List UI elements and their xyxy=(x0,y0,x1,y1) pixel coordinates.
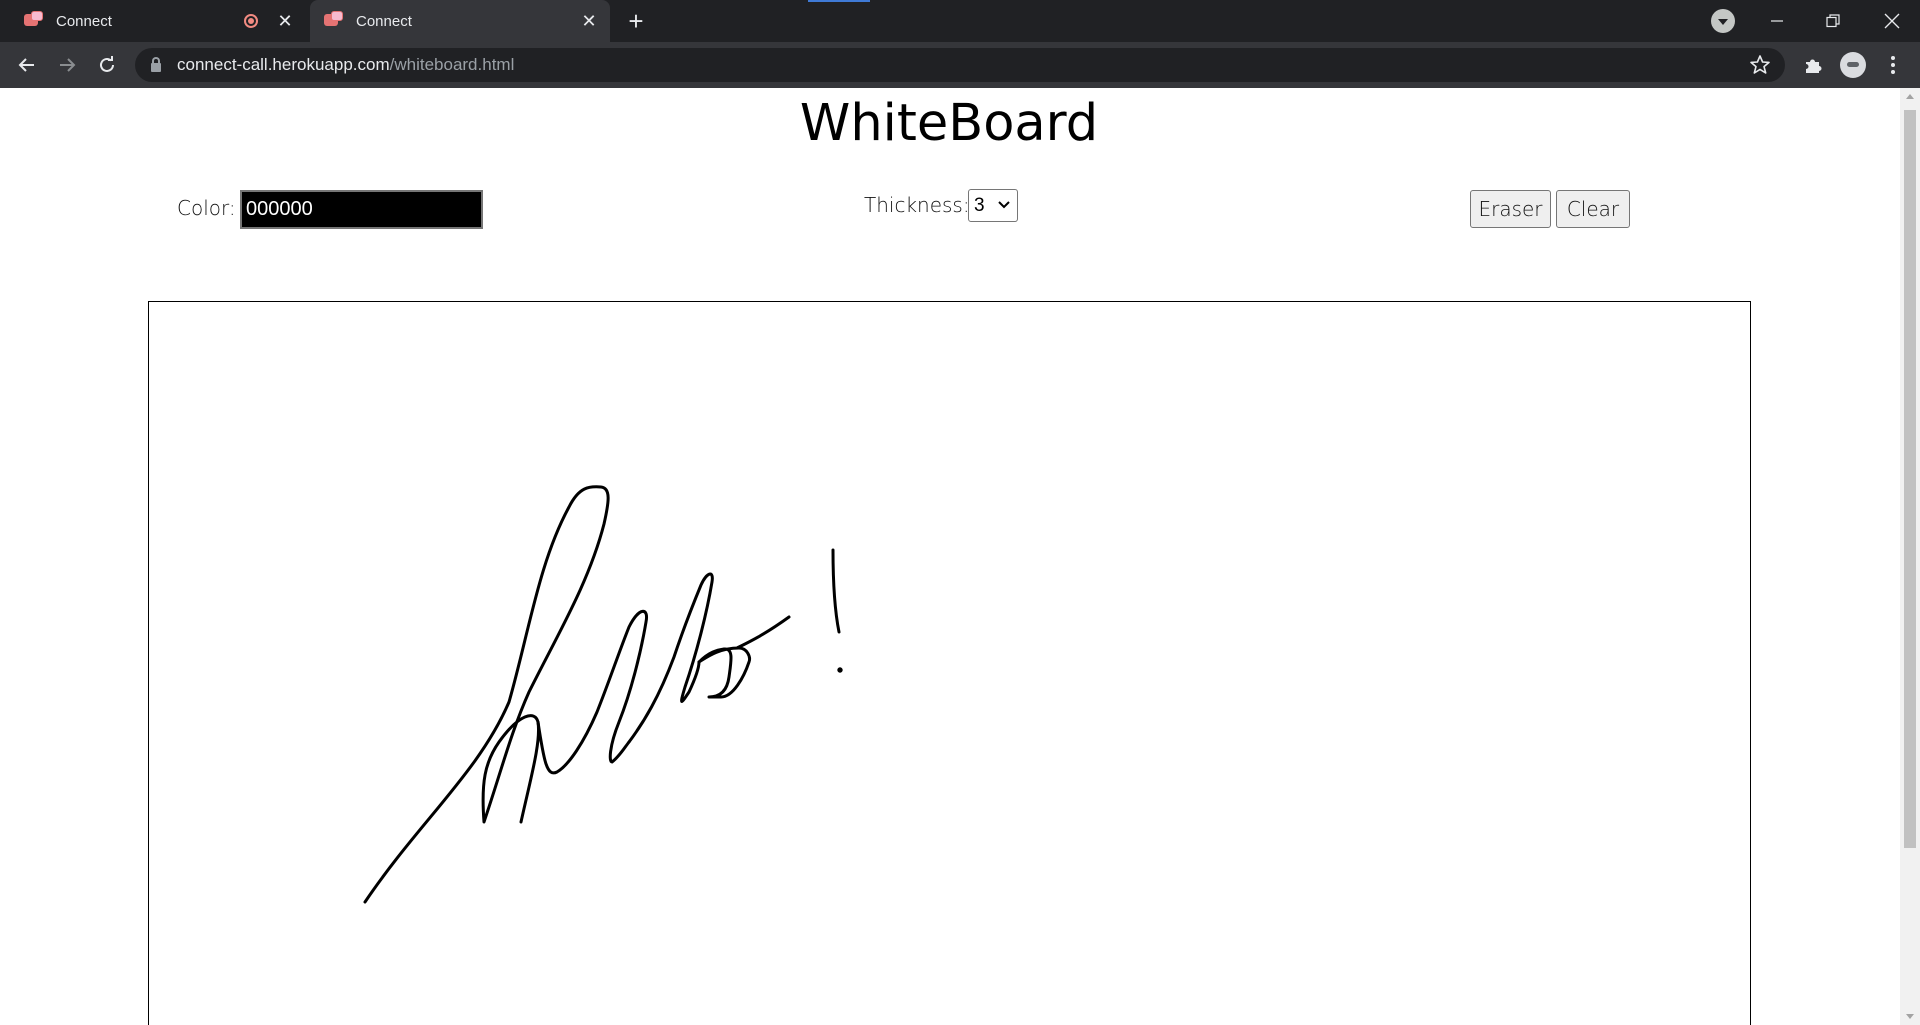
page-title: WhiteBoard xyxy=(799,94,1099,153)
whiteboard-page: WhiteBoard Color: 000000 Thickness: 3 Er… xyxy=(0,88,1900,1025)
tab-strip: Connect ✕ Connect ✕ + xyxy=(0,0,1920,42)
drawing-canvas[interactable] xyxy=(148,301,1751,1025)
connect-favicon-icon xyxy=(24,11,44,31)
address-bar[interactable]: connect-call.herokuapp.com/whiteboard.ht… xyxy=(135,48,1785,82)
reload-icon[interactable] xyxy=(91,49,123,81)
chevron-down-icon xyxy=(998,201,1010,209)
hello-handwriting xyxy=(363,485,843,904)
tab-connect-recording[interactable]: Connect ✕ xyxy=(0,0,306,42)
tab-title: Connect xyxy=(356,12,412,30)
url-path: /whiteboard.html xyxy=(389,55,515,74)
restore-icon[interactable] xyxy=(1805,0,1861,42)
connect-favicon-icon xyxy=(324,11,344,31)
thickness-label: Thickness: xyxy=(864,193,970,217)
menu-kebab-icon[interactable] xyxy=(1877,49,1909,81)
window-close-icon[interactable] xyxy=(1864,0,1920,42)
forward-arrow-icon[interactable] xyxy=(51,49,83,81)
url-host: connect-call.herokuapp.com xyxy=(177,55,390,74)
scroll-thumb[interactable] xyxy=(1904,110,1916,848)
back-arrow-icon[interactable] xyxy=(11,49,43,81)
tab-close-icon[interactable]: ✕ xyxy=(274,10,296,32)
tab-title: Connect xyxy=(56,12,112,30)
tab-connect-active[interactable]: Connect ✕ xyxy=(310,0,610,42)
tab-search-icon[interactable] xyxy=(1711,9,1735,33)
extensions-puzzle-icon[interactable] xyxy=(1797,49,1829,81)
new-tab-plus-icon[interactable]: + xyxy=(622,8,650,36)
profile-avatar[interactable] xyxy=(1837,49,1869,81)
browser-toolbar: connect-call.herokuapp.com/whiteboard.ht… xyxy=(0,42,1920,88)
color-picker-input[interactable]: 000000 xyxy=(240,190,483,229)
lock-icon xyxy=(151,56,161,72)
page-scrollbar[interactable] xyxy=(1900,88,1920,1025)
thickness-value: 3 xyxy=(974,194,985,216)
drag-indicator xyxy=(808,0,870,2)
scroll-down-arrow-icon[interactable] xyxy=(1906,1014,1914,1019)
recording-indicator-icon xyxy=(244,14,258,28)
minimize-icon[interactable] xyxy=(1749,0,1805,42)
eraser-button[interactable]: Eraser xyxy=(1470,190,1551,228)
tab-close-icon[interactable]: ✕ xyxy=(578,10,600,32)
scroll-up-arrow-icon[interactable] xyxy=(1906,94,1914,99)
thickness-select[interactable]: 3 xyxy=(968,189,1018,222)
clear-button[interactable]: Clear xyxy=(1556,190,1630,228)
color-label: Color: xyxy=(177,196,236,220)
bookmark-star-icon[interactable] xyxy=(1749,54,1771,76)
